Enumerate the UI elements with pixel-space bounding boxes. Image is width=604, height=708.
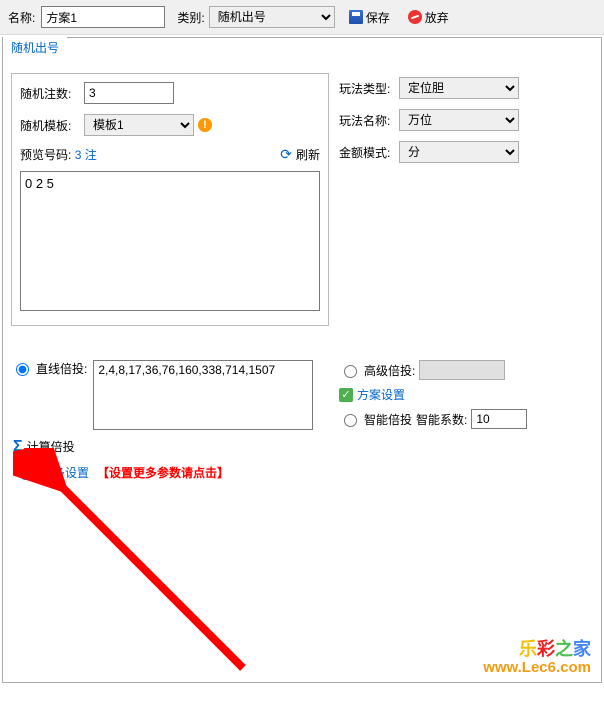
template-select[interactable]: 模板1 <box>84 114 194 136</box>
preview-box: 0 2 5 <box>20 171 320 311</box>
more-settings-link[interactable]: 更多设置 <box>41 464 89 481</box>
refresh-icon: ⟳ <box>280 146 292 163</box>
calc-bet-label: 计算倍投 <box>27 438 75 455</box>
arrow-down-circle-icon <box>19 466 33 480</box>
annotation-arrow <box>13 448 273 708</box>
left-panel: 随机注数: 随机模板: 模板1 ! 预览号码: 3 注 ⟳ 刷新 <box>11 73 329 326</box>
refresh-button[interactable]: ⟳ 刷新 <box>280 146 320 163</box>
smart-coef-input[interactable] <box>471 409 527 429</box>
play-name-select[interactable]: 万位 <box>399 109 519 131</box>
random-count-input[interactable] <box>84 82 174 104</box>
discard-label: 放弃 <box>425 9 449 26</box>
category-select[interactable]: 随机出号 <box>209 6 335 28</box>
watermark-line2: www.Lec6.com <box>483 660 591 677</box>
name-input[interactable] <box>41 6 165 28</box>
warning-icon: ! <box>198 118 212 132</box>
plan-settings-link[interactable]: 方案设置 <box>357 386 405 403</box>
play-type-select[interactable]: 定位胆 <box>399 77 519 99</box>
more-settings-hint: 【设置更多参数请点击】 <box>97 464 229 481</box>
right-panel: 玩法类型: 定位胆 玩法名称: 万位 金额模式: 分 <box>339 73 519 326</box>
main-panel: 随机出号 随机注数: 随机模板: 模板1 ! 预览号码: 3 注 ⟳ <box>2 37 602 683</box>
advanced-bet-radio[interactable] <box>344 365 357 378</box>
save-icon <box>349 10 363 24</box>
check-icon: ✓ <box>339 388 353 402</box>
tab-title: 随机出号 <box>3 37 67 58</box>
save-button[interactable]: 保存 <box>345 7 394 28</box>
smart-bet-label: 智能倍投 <box>364 411 412 428</box>
preview-content: 0 2 5 <box>25 176 54 191</box>
play-name-label: 玩法名称: <box>339 112 399 129</box>
top-toolbar: 名称: 类别: 随机出号 保存 放弃 <box>0 0 604 35</box>
sigma-icon: Σ <box>13 440 23 454</box>
amount-mode-select[interactable]: 分 <box>399 141 519 163</box>
amount-mode-label: 金额模式: <box>339 144 399 161</box>
discard-icon <box>408 10 422 24</box>
preview-count-link[interactable]: 3 注 <box>75 148 97 162</box>
preview-label: 预览号码: <box>20 148 71 162</box>
discard-button[interactable]: 放弃 <box>404 7 453 28</box>
advanced-bet-label: 高级倍投: <box>364 362 415 379</box>
watermark-line1: 乐彩之家 <box>483 640 591 660</box>
category-label: 类别: <box>177 9 204 26</box>
save-label: 保存 <box>366 9 390 26</box>
refresh-label: 刷新 <box>296 146 320 163</box>
advanced-bet-select[interactable] <box>419 360 505 380</box>
random-count-label: 随机注数: <box>20 85 84 102</box>
name-label: 名称: <box>8 9 35 26</box>
template-label: 随机模板: <box>20 117 84 134</box>
smart-coef-label: 智能系数: <box>416 411 467 428</box>
linear-bet-textarea[interactable]: 2,4,8,17,36,76,160,338,714,1507 <box>93 360 313 430</box>
calc-bet-button[interactable]: Σ 计算倍投 <box>13 438 329 455</box>
watermark: 乐彩之家 www.Lec6.com <box>483 640 591 676</box>
linear-bet-radio[interactable] <box>16 363 29 376</box>
linear-bet-label: 直线倍投: <box>36 360 87 377</box>
smart-bet-radio[interactable] <box>344 414 357 427</box>
play-type-label: 玩法类型: <box>339 80 399 97</box>
